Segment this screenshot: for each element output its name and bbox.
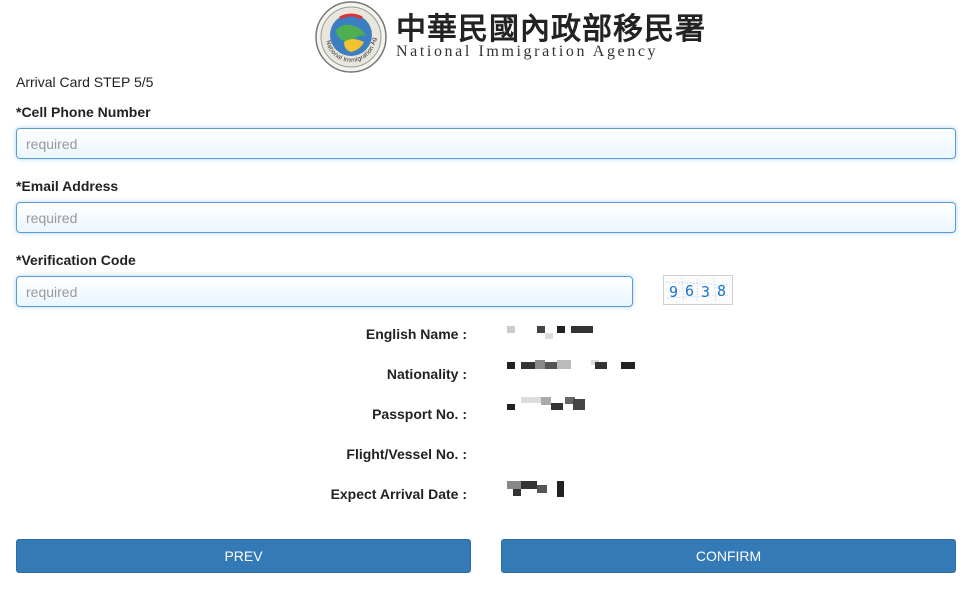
english-name-label: English Name : <box>365 326 467 342</box>
expect-arrival-date-value-redacted <box>507 481 577 499</box>
english-name-value-redacted <box>507 324 597 342</box>
nationality-label: Nationality : <box>386 366 467 382</box>
flight-vessel-label: Flight/Vessel No. : <box>346 446 467 462</box>
agency-name-chinese: 中華民國內政部移民署 <box>396 12 706 47</box>
captcha-image[interactable]: 9 6 3 8 <box>663 275 733 305</box>
confirm-button[interactable]: CONFIRM <box>501 539 956 573</box>
captcha-digit: 8 <box>717 282 726 300</box>
email-input[interactable] <box>16 202 956 233</box>
passport-number-label: Passport No. : <box>372 406 467 422</box>
step-indicator: Arrival Card STEP 5/5 <box>16 74 154 90</box>
prev-button[interactable]: PREV <box>16 539 471 573</box>
arrival-card-page: National Immigration Agency 中華民國內政部移民署 N… <box>0 0 974 604</box>
flight-vessel-value <box>507 446 587 464</box>
captcha-digit: 9 <box>669 283 678 301</box>
header: National Immigration Agency 中華民國內政部移民署 N… <box>0 0 974 76</box>
cell-phone-label: *Cell Phone Number <box>16 104 151 120</box>
verification-code-input[interactable] <box>16 276 633 307</box>
verification-code-label: *Verification Code <box>16 252 136 268</box>
agency-name-english: National Immigration Agency <box>396 43 659 60</box>
agency-logo: National Immigration Agency <box>312 0 388 74</box>
nationality-value-redacted <box>507 360 637 378</box>
captcha-digit: 6 <box>685 282 694 300</box>
expect-arrival-date-label: Expect Arrival Date : <box>330 486 467 502</box>
cell-phone-input[interactable] <box>16 128 956 159</box>
captcha-digit: 3 <box>701 283 710 301</box>
email-label: *Email Address <box>16 178 119 194</box>
passport-number-value-redacted <box>507 397 587 415</box>
